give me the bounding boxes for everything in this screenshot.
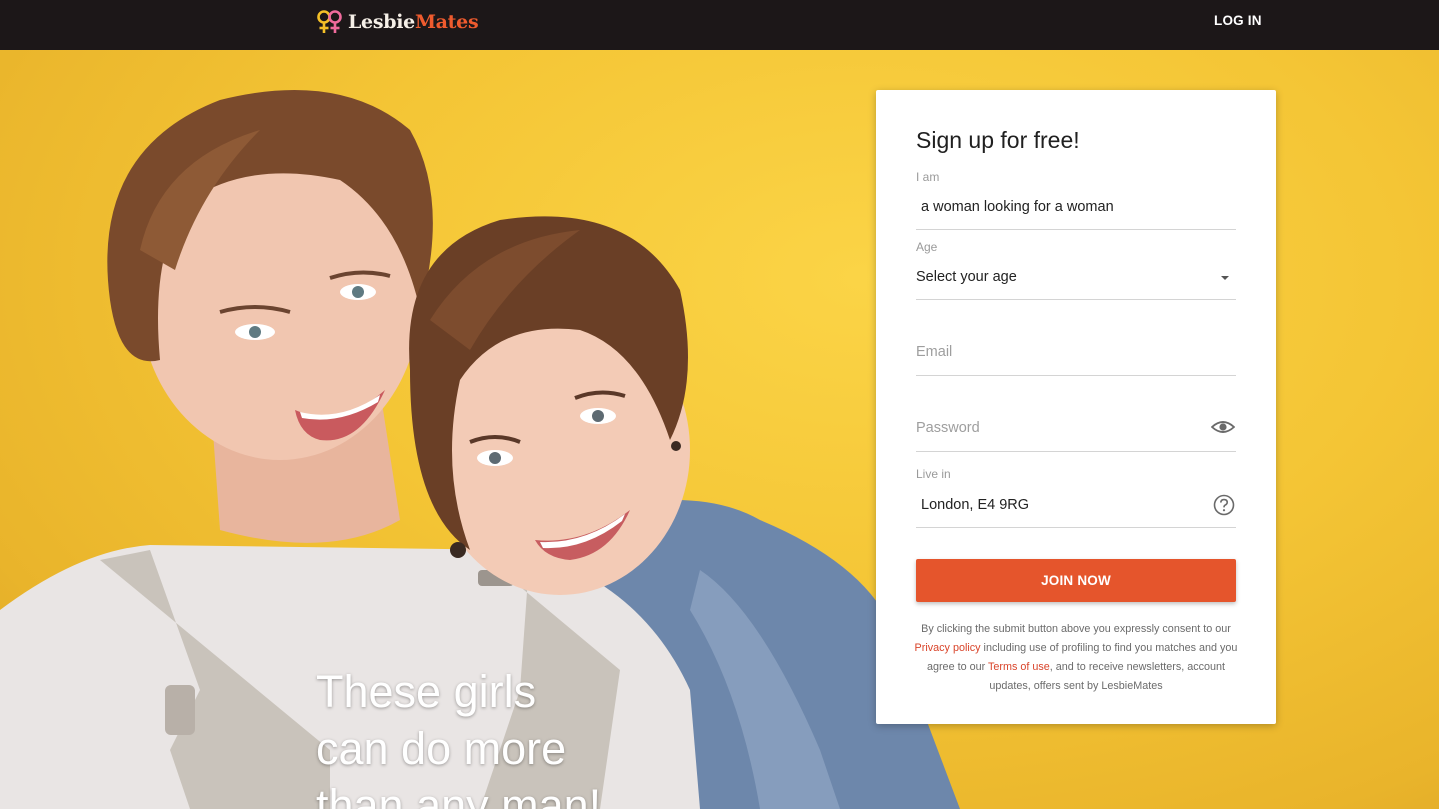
email-placeholder: Email xyxy=(916,344,953,360)
legal-consent-text: By clicking the submit button above you … xyxy=(906,620,1246,696)
logo-wordmark: LesbieMates xyxy=(348,11,479,33)
i-am-label: I am xyxy=(916,170,940,184)
age-value: Select your age xyxy=(916,269,1017,285)
location-value: London, E4 9RG xyxy=(921,497,1030,513)
venus-pair-icon xyxy=(317,10,342,33)
hero-tagline-line-1: These girls xyxy=(316,666,537,717)
location-field[interactable]: London, E4 9RG xyxy=(916,487,1236,528)
hero-tagline-line-2: can do more xyxy=(316,723,567,774)
top-navigation-bar: LesbieMates LOG IN xyxy=(0,0,1439,50)
logo-text-lesbie: Lesbie xyxy=(348,11,415,33)
live-in-label: Live in xyxy=(916,467,951,481)
signup-title: Sign up for free! xyxy=(916,127,1080,153)
i-am-select[interactable]: a woman looking for a woman xyxy=(916,190,1236,230)
site-logo[interactable]: LesbieMates xyxy=(315,8,479,36)
i-am-value: a woman looking for a woman xyxy=(921,199,1114,215)
privacy-policy-link[interactable]: Privacy policy xyxy=(915,642,981,654)
signup-form-card: Sign up for free! I am a woman looking f… xyxy=(876,90,1276,724)
email-field[interactable]: Email xyxy=(916,335,1236,376)
hero-tagline: These girls can do more than any man! xyxy=(316,663,601,809)
password-placeholder: Password xyxy=(916,420,980,436)
legal-text-1: By clicking the submit button above you … xyxy=(921,623,1231,635)
terms-of-use-link[interactable]: Terms of use xyxy=(988,661,1050,673)
join-now-button[interactable]: JOIN NOW xyxy=(916,559,1236,602)
age-select[interactable]: Select your age xyxy=(916,260,1236,300)
eye-icon[interactable] xyxy=(1210,418,1236,441)
logo-text-mates: Mates xyxy=(414,11,479,33)
question-circle-icon[interactable] xyxy=(1213,494,1235,521)
chevron-down-icon xyxy=(1221,276,1229,280)
password-field[interactable]: Password xyxy=(916,410,1236,452)
age-label: Age xyxy=(916,240,938,254)
login-link[interactable]: LOG IN xyxy=(1214,13,1262,28)
hero-tagline-line-3: than any man! xyxy=(316,780,602,809)
